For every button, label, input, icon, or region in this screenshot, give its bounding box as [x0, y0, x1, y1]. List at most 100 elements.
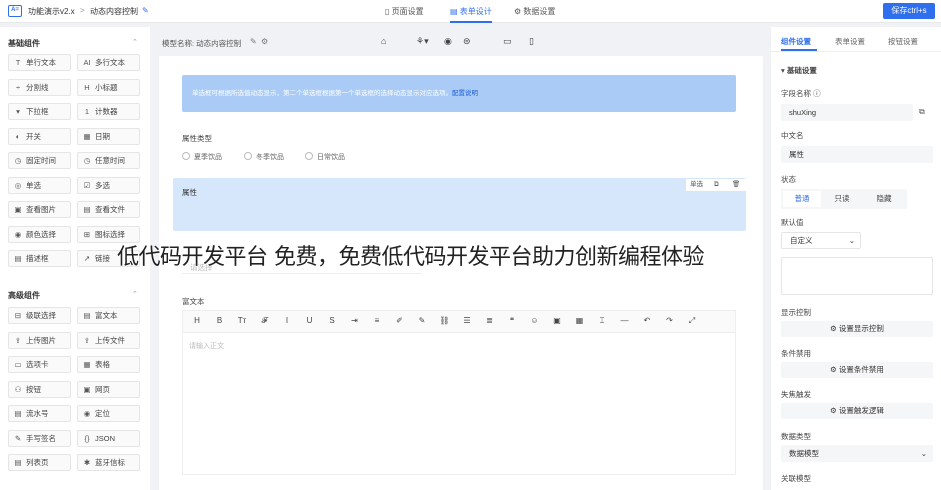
component-basic-11[interactable]: ☑ 多选	[77, 176, 140, 194]
edit-name-icon[interactable]: ✎	[142, 6, 149, 15]
editor-tool-1-icon[interactable]: B	[213, 316, 227, 325]
app-logo-icon[interactable]: A=	[8, 5, 22, 17]
editor-tool-21-icon[interactable]: ↷	[663, 316, 677, 325]
component-basic-13[interactable]: ▤ 查看文件	[77, 201, 140, 218]
component-advanced-5[interactable]: ▦ 表格	[77, 356, 140, 373]
component-advanced-12[interactable]: ▤ 列表页	[8, 454, 71, 471]
state-hidden[interactable]: 隐藏	[865, 191, 903, 207]
tab-component-settings[interactable]: 组件设置	[781, 36, 811, 47]
editor-tool-19-icon[interactable]: —	[618, 316, 632, 325]
editor-tool-0-icon[interactable]: H	[190, 316, 204, 325]
richtext-editor[interactable]: H B Tт 𝓕 I U S ⇥ ≡ ✐ ✎ ⛓ ☰ ≣ ❝ ☺ ▣ ▦ ⌶ — ↶ ↷ ⤢ 请输入正文	[182, 310, 736, 475]
component-basic-10[interactable]: ◎ 单选	[8, 176, 71, 194]
state-readonly[interactable]: 只读	[823, 191, 861, 207]
delete-field-icon[interactable]: 🗑	[732, 179, 740, 191]
component-advanced-10[interactable]: ✎ 手写签名	[8, 429, 71, 447]
collapse-basic-icon[interactable]: ⌃	[132, 38, 138, 46]
component-basic-16[interactable]: ▤ 描述框	[8, 250, 71, 267]
editor-tool-8-icon[interactable]: ≡	[370, 316, 384, 325]
code-icon[interactable]: ⊜	[463, 36, 471, 47]
display-control-button[interactable]: ⚙ 设置显示控制	[781, 321, 933, 337]
editor-tool-22-icon[interactable]: ⤢	[685, 316, 699, 326]
copy-field-icon[interactable]: ⧉	[714, 179, 719, 191]
data-type-select[interactable]: 数据模型 ⌄	[781, 445, 933, 462]
component-advanced-0[interactable]: ⊟ 级联选择	[8, 307, 71, 324]
editor-tool-17-icon[interactable]: ▦	[573, 316, 587, 325]
component-advanced-4[interactable]: ▭ 选项卡	[8, 356, 71, 373]
section-basic-settings[interactable]: ▾ 基础设置	[781, 65, 817, 76]
radio-daily[interactable]: 日常饮品	[305, 152, 345, 162]
edit-model-icon[interactable]: ✎	[250, 37, 257, 46]
component-basic-12[interactable]: ▣ 查看图片	[8, 201, 71, 218]
editor-toolbar: H B Tт 𝓕 I U S ⇥ ≡ ✐ ✎ ⛓ ☰ ≣ ❝ ☺ ▣ ▦ ⌶ — ↶ ↷ ⤢	[183, 311, 735, 333]
save-button[interactable]: 保存ctrl+s	[883, 3, 935, 19]
component-advanced-7[interactable]: ▣ 网页	[77, 380, 140, 398]
component-basic-9[interactable]: ◷ 任意时间	[77, 152, 140, 169]
editor-tool-6-icon[interactable]: S	[325, 316, 339, 325]
component-advanced-3[interactable]: ⇪ 上传文件	[77, 331, 140, 349]
editor-tool-20-icon[interactable]: ↶	[640, 316, 654, 325]
component-basic-3[interactable]: H 小标题	[77, 78, 140, 96]
mobile-icon[interactable]: ▯	[529, 36, 534, 47]
component-advanced-13[interactable]: ✱ 蓝牙信标	[77, 454, 140, 471]
selected-field[interactable]: 属性	[173, 178, 746, 231]
editor-tool-5-icon[interactable]: U	[303, 316, 317, 325]
copy-icon[interactable]: ⧉	[919, 107, 925, 117]
component-advanced-11[interactable]: {} JSON	[77, 429, 140, 447]
editor-tool-4-icon[interactable]: I	[280, 316, 294, 325]
component-label: 多行文本	[95, 58, 125, 67]
radio-summer[interactable]: 夏季饮品	[182, 152, 222, 162]
component-icon: ◉	[83, 409, 91, 418]
component-basic-1[interactable]: AI 多行文本	[77, 54, 140, 71]
selected-field-label: 属性	[182, 188, 197, 197]
breadcrumb-app[interactable]: 功能演示v2.x	[28, 6, 75, 17]
component-basic-14[interactable]: ◉ 颜色选择	[8, 225, 71, 243]
default-value-textarea[interactable]	[781, 257, 933, 295]
editor-tool-2-icon[interactable]: Tт	[235, 316, 249, 325]
cn-name-input[interactable]: 属性	[781, 146, 933, 163]
component-advanced-8[interactable]: ▤ 流水号	[8, 405, 71, 422]
state-normal[interactable]: 普通	[783, 191, 821, 207]
editor-tool-14-icon[interactable]: ❝	[505, 316, 519, 325]
component-advanced-9[interactable]: ◉ 定位	[77, 405, 140, 422]
component-basic-8[interactable]: ◷ 固定时间	[8, 152, 71, 169]
component-advanced-2[interactable]: ⇪ 上传图片	[8, 331, 71, 349]
editor-tool-7-icon[interactable]: ⇥	[348, 316, 362, 325]
component-advanced-1[interactable]: ▤ 富文本	[77, 307, 140, 324]
component-basic-7[interactable]: ▦ 日期	[77, 127, 140, 145]
component-icon: ▤	[83, 205, 91, 214]
editor-tool-16-icon[interactable]: ▣	[550, 316, 564, 325]
breadcrumb-page[interactable]: 动态内容控制	[90, 6, 138, 17]
editor-tool-10-icon[interactable]: ✎	[415, 316, 429, 325]
blur-trigger-button[interactable]: ⚙ 设置触发逻辑	[781, 403, 933, 419]
tab-form-design[interactable]: ▤ 表单设计	[450, 0, 492, 23]
field-name-input[interactable]: shuXing	[781, 104, 913, 121]
config-help-link[interactable]: 配置说明	[452, 90, 478, 97]
hierarchy-icon[interactable]: ⚘▾	[416, 36, 429, 47]
component-basic-0[interactable]: T 单行文本	[8, 54, 71, 71]
component-basic-4[interactable]: ▾ 下拉框	[8, 103, 71, 120]
editor-tool-3-icon[interactable]: 𝓕	[258, 316, 272, 326]
desktop-icon[interactable]: ▭	[503, 36, 512, 47]
preview-icon[interactable]: ◉	[444, 36, 452, 47]
radio-winter[interactable]: 冬季饮品	[244, 152, 284, 162]
clear-icon[interactable]: ⌂	[381, 36, 386, 46]
collapse-advanced-icon[interactable]: ⌃	[132, 290, 138, 298]
tab-button-settings[interactable]: 按钮设置	[888, 36, 918, 47]
tab-data-settings[interactable]: ⚙ 数据设置	[514, 0, 555, 23]
editor-tool-12-icon[interactable]: ☰	[460, 316, 474, 325]
tab-page-settings[interactable]: ▯ 页面设置	[385, 0, 424, 23]
tab-form-settings[interactable]: 表单设置	[835, 36, 865, 47]
component-basic-6[interactable]: ◐ 开关	[8, 127, 71, 145]
component-advanced-6[interactable]: ⚇ 按钮	[8, 380, 71, 398]
settings-icon[interactable]: ⚙	[261, 37, 268, 46]
editor-tool-13-icon[interactable]: ≣	[483, 316, 497, 325]
editor-tool-15-icon[interactable]: ☺	[528, 316, 542, 325]
cond-disable-button[interactable]: ⚙ 设置条件禁用	[781, 362, 933, 378]
default-value-select[interactable]: 自定义 ⌄	[781, 232, 861, 249]
component-basic-2[interactable]: ÷ 分割线	[8, 78, 71, 96]
editor-tool-18-icon[interactable]: ⌶	[595, 316, 609, 326]
editor-tool-9-icon[interactable]: ✐	[393, 316, 407, 325]
editor-tool-11-icon[interactable]: ⛓	[438, 316, 452, 325]
component-basic-5[interactable]: 1 计数器	[77, 103, 140, 120]
